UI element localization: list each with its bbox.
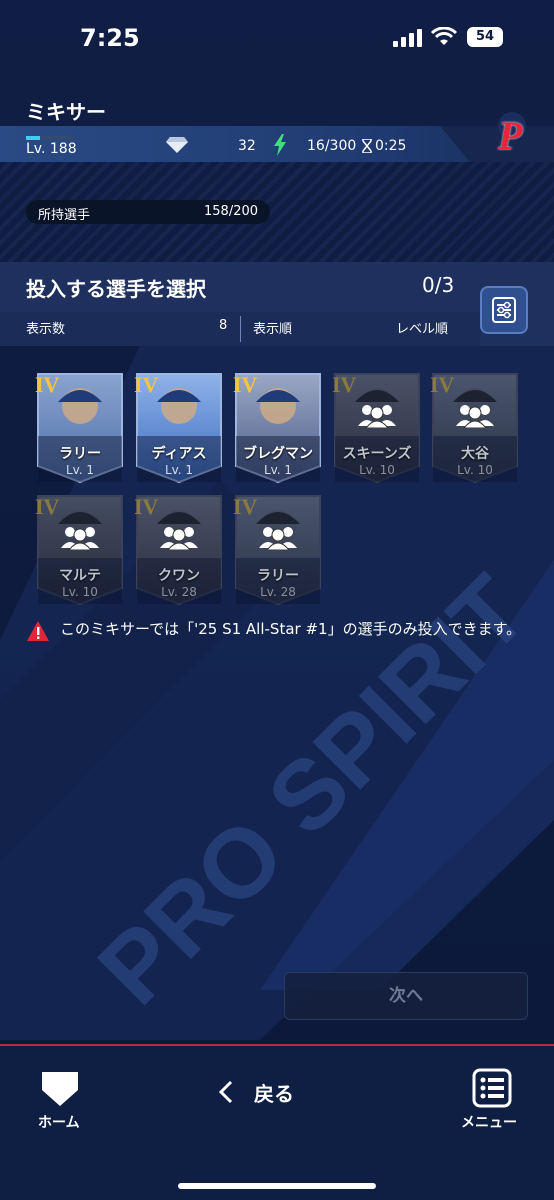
warning-message: このミキサーでは「'25 S1 All-Star #1」の選手のみ投入できます。	[60, 620, 522, 638]
player-level: Lv. 28	[161, 585, 197, 599]
player-name: ブレグマン	[243, 446, 313, 462]
player-name: ラリー	[257, 568, 299, 584]
player-name: 大谷	[461, 446, 489, 462]
player-level: Lv. 1	[263, 463, 293, 477]
player-level: Lv. 28	[260, 585, 296, 599]
card-rank-badge: IV	[134, 372, 159, 397]
warning-icon	[27, 621, 49, 641]
player-card[interactable]: IV ラリー Lv. 1	[35, 372, 124, 484]
people-group-icon	[358, 405, 396, 428]
player-card[interactable]: IV ラリー Lv. 28	[233, 494, 322, 606]
home-label: ホーム	[38, 1115, 80, 1131]
player-card[interactable]: IV ブレグマン Lv. 1	[233, 372, 322, 484]
card-rank-badge: IV	[332, 372, 357, 397]
menu-label: メニュー	[461, 1115, 517, 1131]
player-card-grid: IV ラリー Lv. 1 IV ディアス Lv. 1 IV ブレグマン Lv. 1 IV スキーンズ…	[0, 0, 554, 606]
back-label: 戻る	[254, 1082, 294, 1106]
home-nav-button[interactable]: ホーム	[30, 1066, 94, 1136]
player-level: Lv. 10	[457, 463, 493, 477]
people-group-icon	[61, 527, 99, 550]
player-name: ディアス	[151, 446, 207, 462]
home-indicator	[178, 1183, 376, 1189]
chevron-left-icon	[218, 1080, 233, 1104]
people-group-icon	[259, 527, 297, 550]
card-rank-badge: IV	[233, 494, 258, 519]
player-card[interactable]: IV 大谷 Lv. 10	[430, 372, 519, 484]
player-name: マルテ	[59, 568, 101, 584]
player-card[interactable]: IV ディアス Lv. 1	[134, 372, 223, 484]
people-group-icon	[160, 527, 198, 550]
card-rank-badge: IV	[35, 372, 60, 397]
people-group-icon	[456, 405, 494, 428]
player-name: スキーンズ	[342, 446, 412, 462]
card-rank-badge: IV	[233, 372, 258, 397]
player-name: クワン	[158, 568, 200, 584]
home-plate-icon	[42, 1072, 78, 1106]
player-level: Lv. 1	[164, 463, 194, 477]
player-level: Lv. 10	[359, 463, 395, 477]
player-card[interactable]: IV クワン Lv. 28	[134, 494, 223, 606]
player-level: Lv. 1	[65, 463, 95, 477]
player-card[interactable]: IV マルテ Lv. 10	[35, 494, 124, 606]
player-card[interactable]: IV スキーンズ Lv. 10	[332, 372, 421, 484]
card-rank-badge: IV	[134, 494, 159, 519]
menu-nav-button[interactable]: メニュー	[458, 1066, 528, 1136]
card-rank-badge: IV	[35, 494, 60, 519]
card-rank-badge: IV	[430, 372, 455, 397]
player-level: Lv. 10	[62, 585, 98, 599]
back-button[interactable]: 戻る	[214, 1074, 314, 1110]
next-button[interactable]: 次へ	[284, 972, 528, 1020]
player-name: ラリー	[59, 446, 101, 462]
menu-list-icon	[472, 1068, 512, 1108]
